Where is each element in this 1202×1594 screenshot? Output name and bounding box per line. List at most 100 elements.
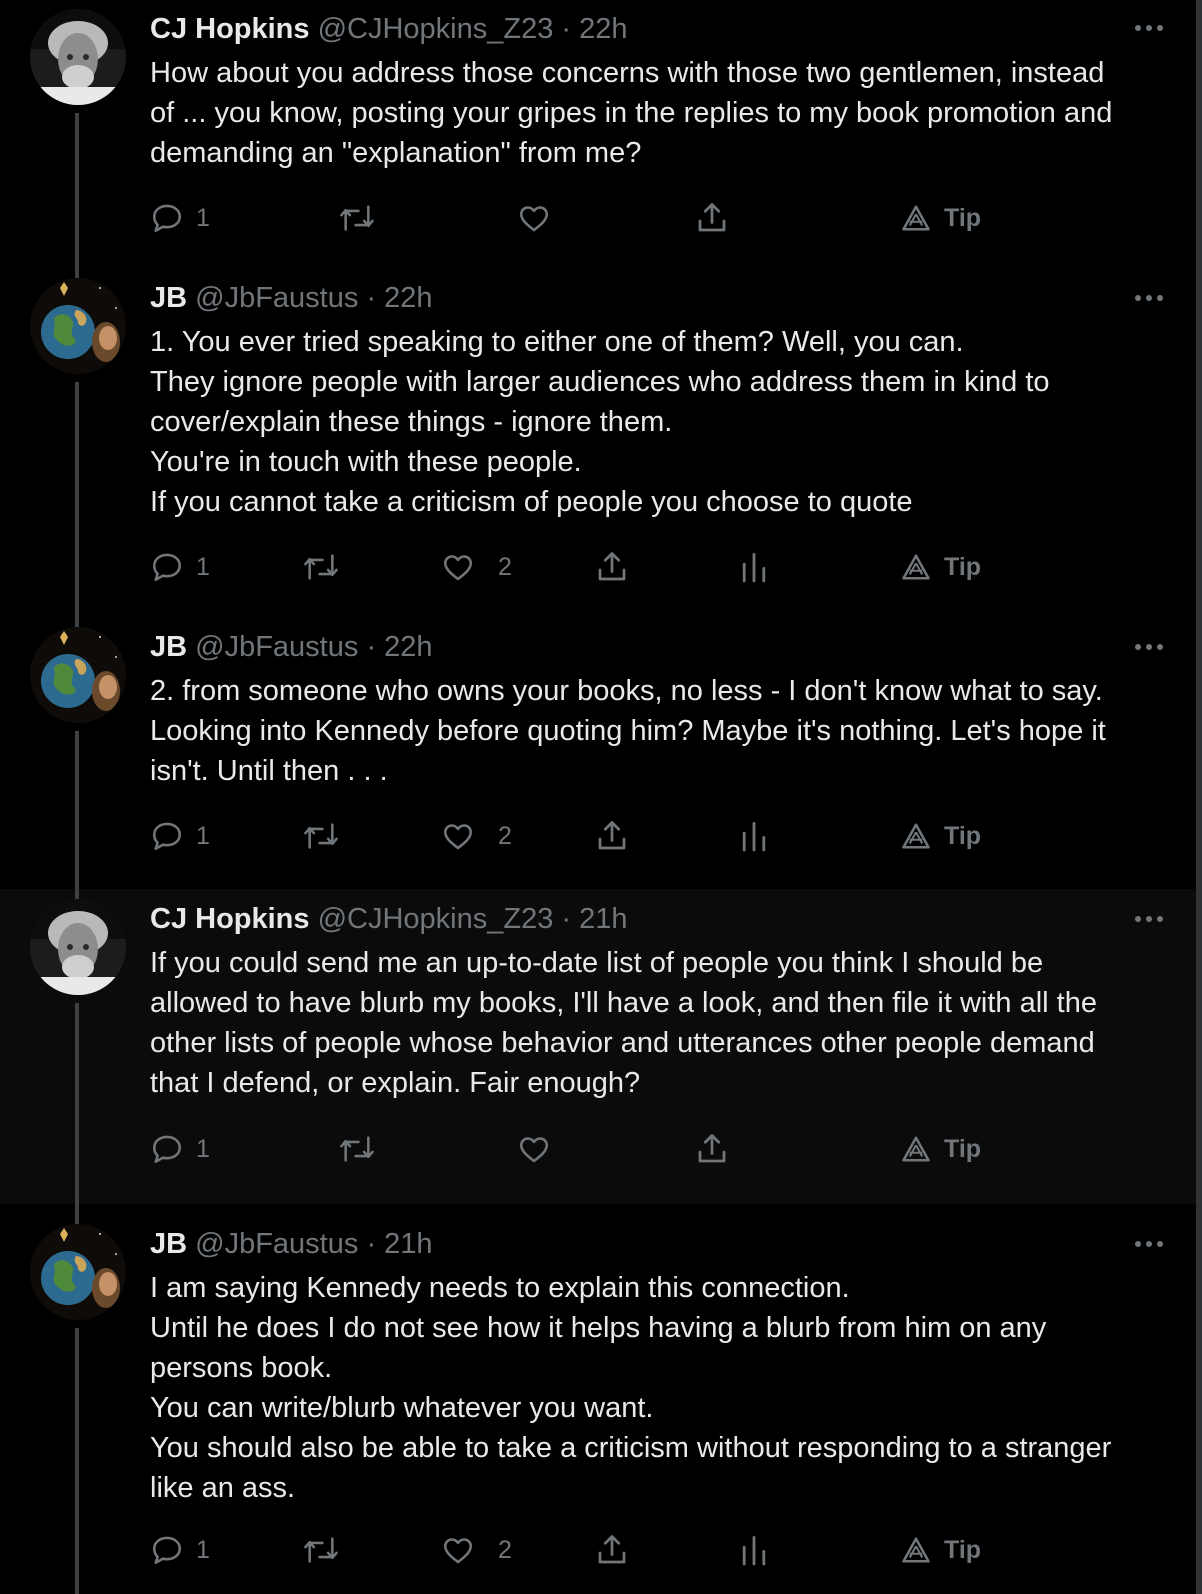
- like-button[interactable]: 2: [440, 1528, 512, 1572]
- separator: ·: [366, 1228, 377, 1260]
- display-name[interactable]: CJ Hopkins: [150, 13, 310, 45]
- display-name[interactable]: JB: [150, 282, 187, 314]
- thread-line: [75, 1204, 79, 1224]
- tweet-header: JB @JbFaustus · 22h: [150, 280, 433, 316]
- like-button[interactable]: [516, 1127, 552, 1171]
- timestamp[interactable]: 21h: [384, 1228, 432, 1260]
- reply-button[interactable]: 1: [150, 1528, 210, 1572]
- reply-icon: [150, 1132, 184, 1166]
- share-button[interactable]: [694, 196, 730, 240]
- text-line: How about you address those concerns wit…: [150, 57, 1105, 89]
- retweet-button[interactable]: [302, 545, 340, 589]
- tip-label: Tip: [944, 203, 982, 232]
- like-icon: [516, 1132, 552, 1166]
- tweet[interactable]: CJ Hopkins @CJHopkins_Z23 · 22h How abou…: [0, 0, 1196, 270]
- reply-button[interactable]: 1: [150, 196, 210, 240]
- like-button[interactable]: 2: [440, 814, 512, 858]
- tip-button[interactable]: Tip: [900, 1528, 981, 1572]
- text-line: other lists of people whose behavior and…: [150, 1027, 1095, 1059]
- share-button[interactable]: [694, 1127, 730, 1171]
- text-line: You should also be able to take a critic…: [150, 1432, 1112, 1464]
- share-icon: [594, 1532, 630, 1568]
- text-line: like an ass.: [150, 1472, 296, 1504]
- timeline-border: [1196, 0, 1202, 1594]
- separator: ·: [561, 903, 572, 935]
- tweet-header: JB @JbFaustus · 22h: [150, 629, 433, 665]
- timestamp[interactable]: 21h: [579, 903, 627, 935]
- reply-button[interactable]: 1: [150, 814, 210, 858]
- like-count: 2: [498, 552, 512, 581]
- user-handle[interactable]: @JbFaustus: [195, 282, 358, 314]
- tweet-text: How about you address those concerns wit…: [150, 53, 1160, 173]
- tweet[interactable]: JB @JbFaustus · 22h 2. from someone who …: [0, 619, 1196, 889]
- more-icon[interactable]: [1132, 18, 1166, 38]
- text-line: of ... you know, posting your gripes in …: [150, 97, 1113, 129]
- avatar[interactable]: [30, 899, 126, 995]
- user-handle[interactable]: @CJHopkins_Z23: [318, 13, 554, 45]
- thread-line: [75, 113, 79, 270]
- retweet-button[interactable]: [302, 1528, 340, 1572]
- more-icon[interactable]: [1132, 909, 1166, 929]
- user-handle[interactable]: @CJHopkins_Z23: [318, 903, 554, 935]
- action-bar: 1 Tip: [0, 1127, 1196, 1171]
- avatar[interactable]: [30, 1224, 126, 1320]
- tip-icon: [900, 203, 932, 233]
- text-line: that I defend, or explain. Fair enough?: [150, 1067, 641, 1099]
- tip-label: Tip: [944, 1134, 982, 1163]
- separator: ·: [366, 282, 377, 314]
- like-button[interactable]: 2: [440, 545, 512, 589]
- tip-button[interactable]: Tip: [900, 196, 981, 240]
- retweet-button[interactable]: [338, 196, 376, 240]
- avatar[interactable]: [30, 278, 126, 374]
- display-name[interactable]: JB: [150, 1228, 187, 1260]
- reply-icon: [150, 1533, 184, 1567]
- more-icon[interactable]: [1132, 288, 1166, 308]
- avatar[interactable]: [30, 9, 126, 105]
- timestamp[interactable]: 22h: [384, 282, 432, 314]
- tip-icon: [900, 1134, 932, 1164]
- avatar[interactable]: [30, 627, 126, 723]
- user-handle[interactable]: @JbFaustus: [195, 1228, 358, 1260]
- analytics-button[interactable]: [740, 814, 768, 858]
- tip-button[interactable]: Tip: [900, 1127, 981, 1171]
- tip-label: Tip: [944, 821, 982, 850]
- text-line: 1. You ever tried speaking to either one…: [150, 326, 964, 358]
- retweet-button[interactable]: [302, 814, 340, 858]
- tweet[interactable]: JB @JbFaustus · 22h 1. You ever tried sp…: [0, 270, 1196, 619]
- timestamp[interactable]: 22h: [384, 631, 432, 663]
- like-icon: [440, 550, 476, 584]
- tweet[interactable]: CJ Hopkins @CJHopkins_Z23 · 21h If you c…: [0, 889, 1196, 1204]
- share-button[interactable]: [594, 814, 630, 858]
- retweet-button[interactable]: [338, 1127, 376, 1171]
- share-button[interactable]: [594, 545, 630, 589]
- analytics-button[interactable]: [740, 1528, 768, 1572]
- retweet-icon: [338, 201, 376, 235]
- text-line: cover/explain these things - ignore them…: [150, 406, 673, 438]
- analytics-icon: [740, 1533, 768, 1567]
- more-icon[interactable]: [1132, 1234, 1166, 1254]
- tip-button[interactable]: Tip: [900, 545, 981, 589]
- tweet[interactable]: JB @JbFaustus · 21h I am saying Kennedy …: [0, 1204, 1196, 1594]
- more-icon[interactable]: [1132, 637, 1166, 657]
- share-icon: [594, 549, 630, 585]
- reply-button[interactable]: 1: [150, 1127, 210, 1171]
- thread-line: [75, 619, 79, 627]
- timestamp[interactable]: 22h: [579, 13, 627, 45]
- display-name[interactable]: JB: [150, 631, 187, 663]
- tweet-text: I am saying Kennedy needs to explain thi…: [150, 1268, 1160, 1508]
- tip-icon: [900, 552, 932, 582]
- like-icon: [516, 201, 552, 235]
- analytics-button[interactable]: [740, 545, 768, 589]
- display-name[interactable]: CJ Hopkins: [150, 903, 310, 935]
- retweet-icon: [302, 819, 340, 853]
- tweet-text: 2. from someone who owns your books, no …: [150, 671, 1160, 791]
- separator: ·: [561, 13, 572, 45]
- text-line: You can write/blurb whatever you want.: [150, 1392, 654, 1424]
- reply-button[interactable]: 1: [150, 545, 210, 589]
- like-button[interactable]: [516, 196, 552, 240]
- user-handle[interactable]: @JbFaustus: [195, 631, 358, 663]
- tip-button[interactable]: Tip: [900, 814, 981, 858]
- share-button[interactable]: [594, 1528, 630, 1572]
- text-line: allowed to have blurb my books, I'll hav…: [150, 987, 1097, 1019]
- text-line: persons book.: [150, 1352, 333, 1384]
